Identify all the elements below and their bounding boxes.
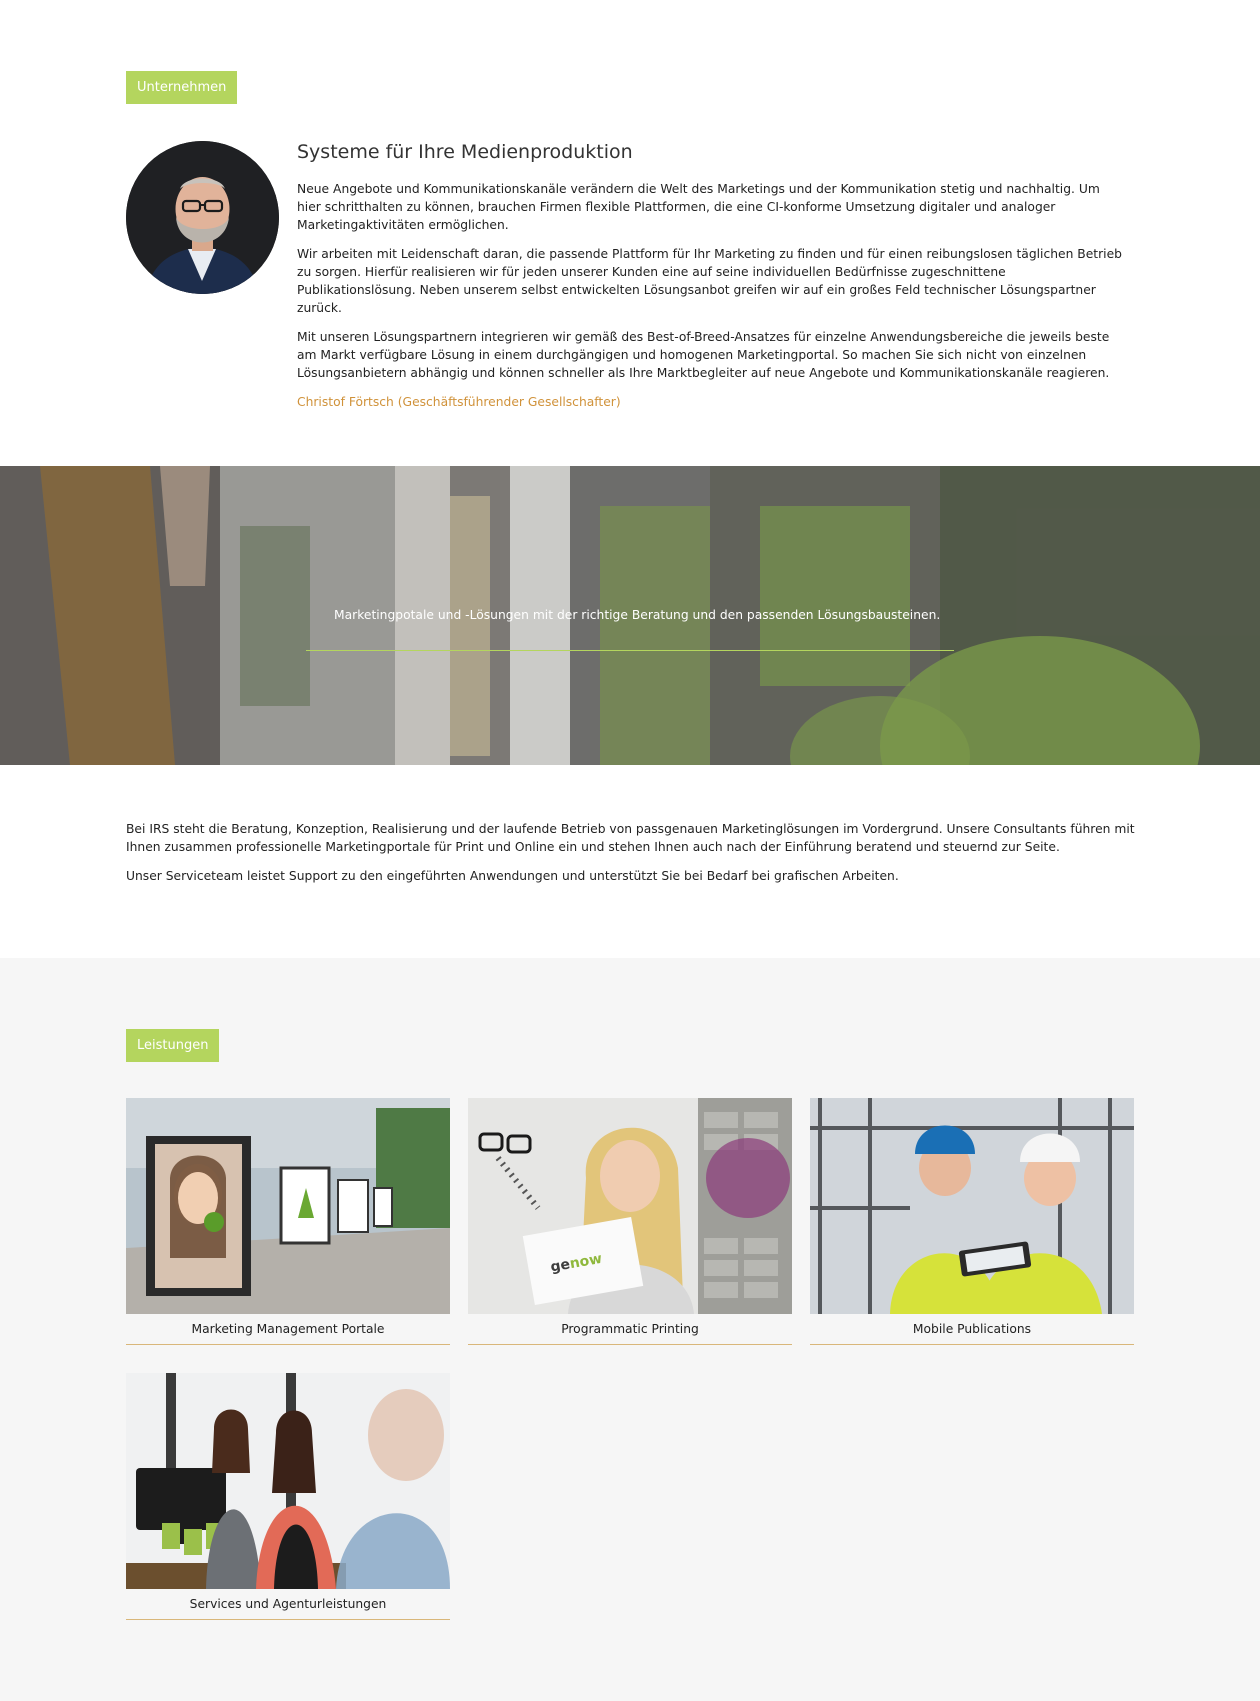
about-content: Systeme für Ihre Medienproduktion Neue A… — [297, 140, 1127, 411]
intro-content: Bei IRS steht die Beratung, Konzeption, … — [126, 820, 1136, 896]
about-paragraph: Wir arbeiten mit Leidenschaft daran, die… — [297, 247, 1122, 315]
service-card-image[interactable]: genow — [468, 1098, 792, 1314]
hero-caption: Marketingpotale und -Lösungen mit der ri… — [334, 608, 941, 622]
service-card-image[interactable] — [126, 1098, 450, 1314]
service-card-label[interactable]: Services und Agenturleistungen — [126, 1589, 450, 1620]
services-section: Leistungen Marketing Management Portale — [0, 958, 1260, 1701]
hero-banner: Marketingpotale und -Lösungen mit der ri… — [0, 466, 1260, 765]
intro-paragraph: Bei IRS steht die Beratung, Konzeption, … — [126, 822, 1135, 854]
portrait-image — [126, 141, 279, 294]
about-paragraph: Mit unseren Lösungspartnern integrieren … — [297, 330, 1110, 380]
hero-divider — [306, 650, 954, 651]
service-card-label[interactable]: Marketing Management Portale — [126, 1314, 450, 1345]
service-card-label[interactable]: Mobile Publications — [810, 1314, 1134, 1345]
service-card-marketing-management[interactable]: Marketing Management Portale — [126, 1098, 450, 1345]
service-card-services-agentur[interactable]: Services und Agenturleistungen — [126, 1373, 450, 1620]
service-card-image[interactable] — [126, 1373, 450, 1589]
service-card-label[interactable]: Programmatic Printing — [468, 1314, 792, 1345]
intro-paragraph: Unser Serviceteam leistet Support zu den… — [126, 869, 899, 883]
author-signature: Christof Förtsch (Geschäftsführender Ges… — [297, 395, 621, 409]
section-tag-leistungen: Leistungen — [126, 1029, 220, 1062]
about-title: Systeme für Ihre Medienproduktion — [297, 141, 633, 163]
intro-section: Bei IRS steht die Beratung, Konzeption, … — [0, 765, 1260, 958]
avatar — [126, 141, 279, 294]
service-card-programmatic-printing[interactable]: genow Programmatic Printing — [468, 1098, 792, 1345]
about-section: Unternehmen Systeme für Ihre Medienprodu… — [0, 0, 1260, 466]
service-card-mobile-publications[interactable]: Mobile Publications — [810, 1098, 1134, 1345]
section-tag-unternehmen: Unternehmen — [126, 71, 238, 104]
about-paragraph: Neue Angebote und Kommunikationskanäle v… — [297, 182, 1100, 232]
service-card-image[interactable] — [810, 1098, 1134, 1314]
